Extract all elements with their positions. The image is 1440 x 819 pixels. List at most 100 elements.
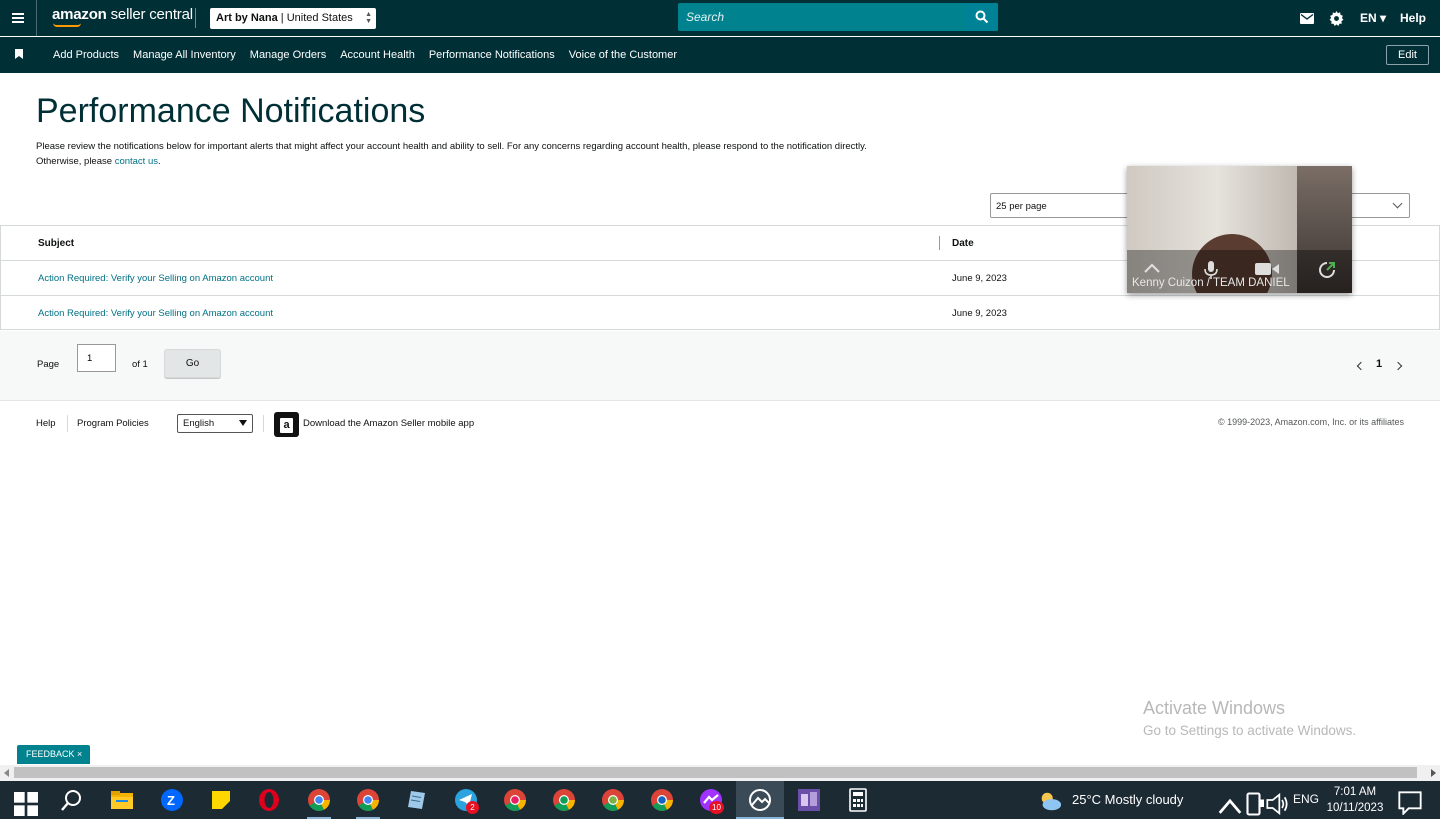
horizontal-scrollbar[interactable] xyxy=(0,765,1440,781)
notification-center-icon[interactable] xyxy=(1398,791,1422,815)
nav-account-health[interactable]: Account Health xyxy=(340,49,415,61)
windows-taskbar: Z 2 10 25°C Mostly cloudy ENG 7:01 AM 10… xyxy=(0,781,1440,819)
logo-product: seller central xyxy=(106,6,193,23)
photos-icon[interactable] xyxy=(748,788,772,812)
nav-performance-notifications[interactable]: Performance Notifications xyxy=(429,49,555,61)
header-subject[interactable]: Subject xyxy=(38,238,74,249)
per-page-value: 25 per page xyxy=(996,201,1047,212)
chrome-profile-icon[interactable] xyxy=(552,788,576,812)
chevron-up-icon[interactable] xyxy=(1143,261,1161,275)
footer-language-select[interactable]: English xyxy=(177,414,253,433)
video-call-window[interactable]: Kenny Cuizon / TEAM DANIEL xyxy=(1127,166,1352,293)
messenger-badge: 10 xyxy=(709,801,724,814)
scroll-right-icon[interactable] xyxy=(1431,769,1436,777)
intro-line-2: Otherwise, please contact us. xyxy=(36,154,996,169)
scrollbar-thumb[interactable] xyxy=(14,767,1417,778)
intro-line-1: Please review the notifications below fo… xyxy=(36,141,867,152)
camera-icon[interactable] xyxy=(1255,261,1279,277)
shopping-bag-icon: a xyxy=(280,418,293,433)
scroll-left-icon[interactable] xyxy=(4,769,9,777)
account-separator: | xyxy=(277,12,287,24)
page-footer: Help Program Policies English a Download… xyxy=(0,402,1440,446)
header-actions: EN ▾ Help xyxy=(1292,0,1440,36)
chrome-profile-icon[interactable] xyxy=(601,788,625,812)
device-icon[interactable] xyxy=(1243,792,1267,816)
weather-text[interactable]: 25°C Mostly cloudy xyxy=(1072,792,1183,807)
sticky-notes-icon[interactable] xyxy=(209,788,233,812)
image-viewer-icon[interactable] xyxy=(797,788,821,812)
bookmark-nav: Add Products Manage All Inventory Manage… xyxy=(0,37,1440,73)
chrome-profile-icon[interactable] xyxy=(650,788,674,812)
chrome-profile-icon[interactable] xyxy=(307,788,331,812)
pagination-bar: Page of 1 Go 1 xyxy=(0,331,1440,401)
nav-voice-of-customer[interactable]: Voice of the Customer xyxy=(569,49,677,61)
menu-icon[interactable] xyxy=(0,0,37,36)
chevron-left-icon[interactable] xyxy=(1356,361,1366,371)
bookmark-list: Add Products Manage All Inventory Manage… xyxy=(46,37,684,73)
mail-icon[interactable] xyxy=(1292,0,1322,36)
updown-arrows-icon: ▲ ▼ xyxy=(365,11,372,25)
calculator-icon[interactable] xyxy=(846,788,870,812)
popout-icon[interactable] xyxy=(1318,261,1336,279)
bookmark-icon[interactable] xyxy=(15,49,23,59)
amazon-smile-icon xyxy=(53,23,81,27)
notification-subject-link[interactable]: Action Required: Verify your Selling on … xyxy=(38,273,273,284)
notification-subject-link[interactable]: Action Required: Verify your Selling on … xyxy=(38,308,273,319)
page-number-input[interactable] xyxy=(77,344,116,372)
header-date[interactable]: Date xyxy=(952,238,974,249)
telegram-badge: 2 xyxy=(466,801,479,814)
chrome-icon[interactable] xyxy=(356,788,380,812)
copyright-text: © 1999-2023, Amazon.com, Inc. or its aff… xyxy=(1217,417,1404,427)
go-button[interactable]: Go xyxy=(164,349,221,378)
seller-central-logo[interactable]: amazon seller central xyxy=(52,6,193,23)
system-clock[interactable]: 7:01 AM 10/11/2023 xyxy=(1325,784,1385,816)
page-label: Page xyxy=(37,359,60,370)
footer-language-value: English xyxy=(183,418,215,429)
header-divider xyxy=(195,8,196,28)
account-marketplace: United States xyxy=(286,12,353,24)
dropdown-arrow-icon xyxy=(239,420,247,426)
download-app-link[interactable]: Download the Amazon Seller mobile app xyxy=(303,418,474,429)
column-divider xyxy=(939,236,940,250)
footer-help-link[interactable]: Help xyxy=(36,418,56,429)
chevron-right-icon[interactable] xyxy=(1393,361,1403,371)
caller-name: Kenny Cuizon / TEAM DANIEL xyxy=(1132,277,1290,289)
language-switcher[interactable]: EN ▾ xyxy=(1360,11,1386,25)
help-link[interactable]: Help xyxy=(1400,11,1426,25)
svg-text:Z: Z xyxy=(167,793,175,808)
feedback-tab[interactable]: FEEDBACK × xyxy=(17,745,90,764)
activate-windows-subtitle: Go to Settings to activate Windows. xyxy=(1143,723,1357,738)
contact-us-link[interactable]: contact us xyxy=(115,156,158,167)
nav-manage-inventory[interactable]: Manage All Inventory xyxy=(133,49,236,61)
chrome-profile-icon[interactable] xyxy=(503,788,527,812)
file-explorer-icon[interactable] xyxy=(110,788,134,812)
footer-divider xyxy=(263,415,264,432)
windows-start-icon[interactable] xyxy=(14,792,38,816)
account-switcher[interactable]: Art by Nana | United States ▲ ▼ xyxy=(210,8,376,29)
search-icon xyxy=(975,10,989,24)
edit-bookmarks-button[interactable]: Edit xyxy=(1386,45,1429,65)
search-button[interactable] xyxy=(966,3,998,31)
search-bar xyxy=(678,3,998,31)
gear-icon[interactable] xyxy=(1322,0,1352,36)
logo-brand: amazon xyxy=(52,6,107,23)
program-policies-link[interactable]: Program Policies xyxy=(77,418,149,429)
volume-icon[interactable] xyxy=(1266,792,1290,816)
notepad-icon[interactable] xyxy=(405,788,429,812)
input-language[interactable]: ENG xyxy=(1293,792,1319,806)
current-page-number[interactable]: 1 xyxy=(1376,358,1382,370)
seller-app-icon[interactable]: a xyxy=(274,412,299,437)
page-intro: Please review the notifications below fo… xyxy=(36,139,996,169)
chevron-up-icon[interactable] xyxy=(1218,794,1242,818)
zalo-icon[interactable]: Z xyxy=(160,788,184,812)
opera-icon[interactable] xyxy=(257,788,281,812)
search-input[interactable] xyxy=(678,3,966,31)
weather-cloud-icon[interactable] xyxy=(1038,789,1062,813)
account-store: Art by Nana xyxy=(216,12,278,24)
page-title: Performance Notifications xyxy=(36,92,426,130)
notification-date: June 9, 2023 xyxy=(952,273,1007,284)
search-icon[interactable] xyxy=(60,788,84,812)
nav-manage-orders[interactable]: Manage Orders xyxy=(250,49,326,61)
nav-add-products[interactable]: Add Products xyxy=(53,49,119,61)
top-header: amazon seller central Art by Nana | Unit… xyxy=(0,0,1440,36)
